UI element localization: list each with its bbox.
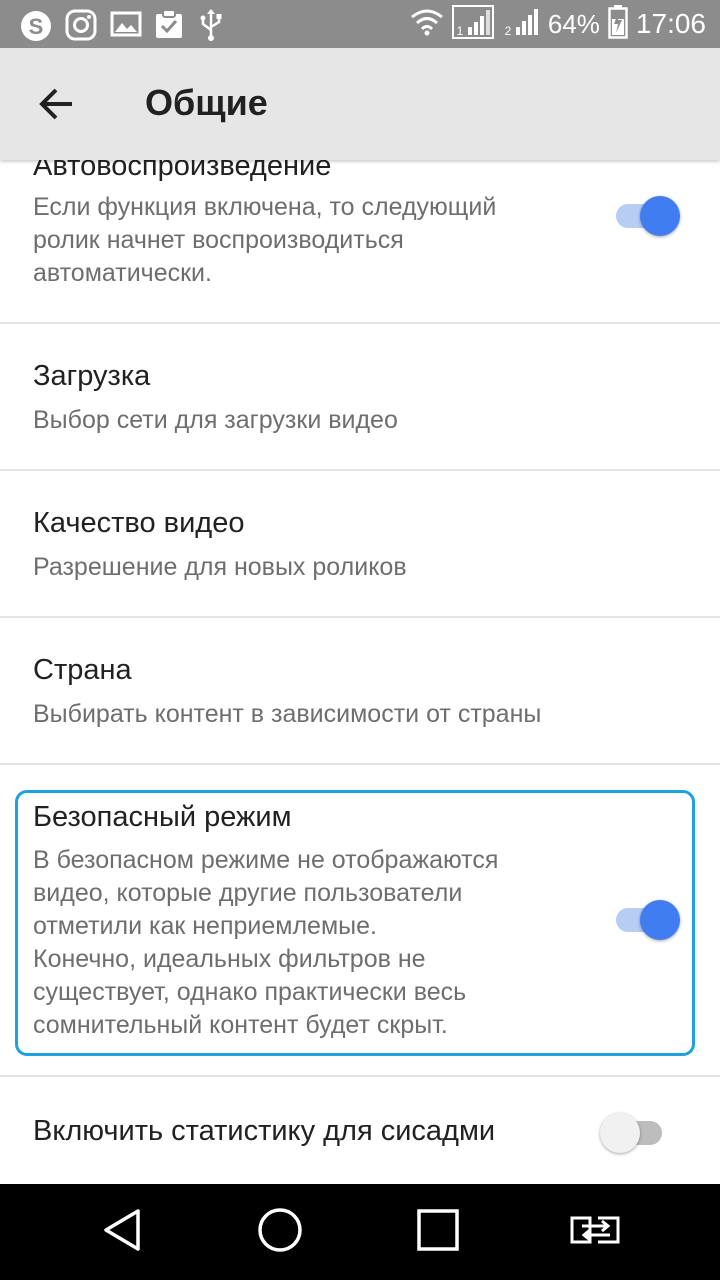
recents-square-icon: [416, 1208, 460, 1257]
settings-list[interactable]: Автовоспроизведение Если функция включен…: [0, 160, 720, 1184]
back-triangle-icon: [100, 1207, 144, 1258]
home-circle-icon: [256, 1206, 304, 1259]
setting-title: Безопасный режим: [33, 801, 292, 833]
setting-safe-mode[interactable]: Безопасный режим В безопасном режиме не …: [0, 765, 720, 1075]
skype-icon: S: [18, 8, 54, 49]
status-bar: S 1 2 64% 17:06: [0, 0, 720, 48]
nav-back-button[interactable]: [92, 1202, 152, 1262]
setting-title: Страна: [33, 654, 132, 686]
setting-video-quality[interactable]: Качество видео Разрешение для новых роли…: [0, 471, 720, 616]
gallery-icon: [110, 8, 142, 45]
setting-subtitle: Выбирать контент в зависимости от страны: [33, 700, 542, 728]
setting-title: Включить статистику для сисадми: [33, 1115, 496, 1147]
setting-title: Качество видео: [33, 507, 245, 539]
wifi-icon: [410, 7, 444, 42]
setting-title: Загрузка: [33, 360, 151, 392]
svg-text:1: 1: [457, 24, 464, 38]
clipboard-check-icon: [154, 8, 184, 45]
clock: 17:06: [635, 8, 706, 39]
signal-sim1-icon: 1: [451, 4, 494, 44]
navigation-bar: [0, 1184, 720, 1280]
svg-text:S: S: [29, 14, 44, 39]
setting-subtitle: Выбор сети для загрузки видео: [33, 406, 398, 434]
setting-autoplay[interactable]: Автовоспроизведение Если функция включен…: [0, 160, 720, 322]
safe-mode-toggle[interactable]: [614, 898, 682, 942]
setting-download[interactable]: Загрузка Выбор сети для загрузки видео: [0, 324, 720, 469]
instagram-icon: [64, 8, 98, 47]
autoplay-toggle[interactable]: [614, 194, 682, 238]
nav-recents-button[interactable]: [408, 1202, 468, 1262]
usb-icon: [198, 8, 224, 47]
setting-subtitle: Разрешение для новых роликов: [33, 553, 407, 581]
switch-sim-icon: [568, 1210, 624, 1255]
signal-sim2-icon: 2: [502, 7, 540, 42]
setting-subtitle: В безопасном режиме не отображаются виде…: [33, 846, 499, 1039]
page-title: Общие: [145, 82, 268, 123]
arrow-back-icon: [36, 84, 76, 129]
battery-percent: 64%: [547, 8, 600, 39]
nav-home-button[interactable]: [250, 1202, 310, 1262]
nav-switch-sim-button[interactable]: [566, 1202, 626, 1262]
back-button[interactable]: [30, 80, 82, 132]
setting-stats[interactable]: Включить статистику для сисадми: [0, 1077, 720, 1184]
stats-toggle[interactable]: [600, 1111, 668, 1155]
status-right: 1 2 64% 17:06: [410, 4, 706, 44]
battery-icon: [608, 4, 628, 44]
app-bar: Общие: [0, 48, 720, 160]
setting-subtitle: Если функция включена, то следующий роли…: [33, 193, 497, 287]
setting-title: Автовоспроизведение: [33, 160, 332, 182]
svg-text:2: 2: [505, 24, 512, 37]
title-fade: [520, 1113, 580, 1153]
setting-country[interactable]: Страна Выбирать контент в зависимости от…: [0, 618, 720, 763]
